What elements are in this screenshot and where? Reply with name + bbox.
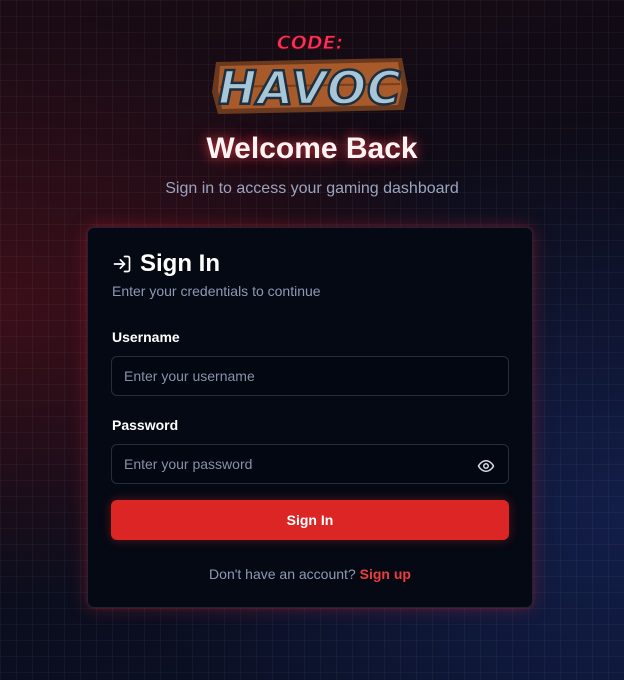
signup-row: Don't have an account? Sign up: [88, 566, 532, 582]
svg-text:HAVOC: HAVOC: [218, 61, 402, 115]
signup-link[interactable]: Sign up: [360, 566, 411, 582]
username-label: Username: [112, 329, 180, 345]
card-title: Sign In: [140, 250, 220, 277]
signup-prompt: Don't have an account?: [209, 566, 356, 582]
sign-in-button[interactable]: Sign In: [111, 500, 509, 540]
password-input[interactable]: [111, 444, 509, 484]
sign-in-icon: [112, 254, 132, 274]
code-havoc-logo: CODE: HAVOC: [210, 32, 410, 116]
card-description: Enter your credentials to continue: [112, 283, 321, 299]
card-header: Sign In: [112, 250, 220, 278]
sign-in-card: Sign In Enter your credentials to contin…: [87, 227, 533, 608]
username-input[interactable]: [111, 356, 509, 396]
eye-icon[interactable]: [477, 457, 495, 475]
page-title: Welcome Back: [206, 132, 418, 165]
page-subtitle: Sign in to access your gaming dashboard: [165, 180, 459, 197]
svg-text:CODE:: CODE:: [277, 32, 343, 54]
password-label: Password: [112, 417, 179, 433]
